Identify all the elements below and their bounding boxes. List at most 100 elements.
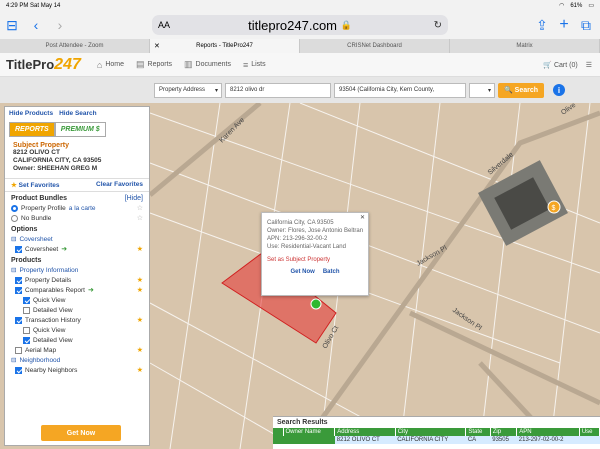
- arrow-right-icon[interactable]: ➜: [61, 245, 67, 253]
- checkbox-checked[interactable]: [15, 366, 22, 374]
- transaction-detailed-view[interactable]: Detailed View: [5, 335, 149, 345]
- checkbox-unchecked[interactable]: [23, 326, 30, 334]
- transaction-quick-view[interactable]: Quick View: [5, 325, 149, 335]
- tab-zoom[interactable]: Post Attendee - Zoom: [0, 39, 150, 53]
- checkbox-checked[interactable]: [15, 276, 22, 284]
- tab-reports-panel[interactable]: REPORTS: [9, 122, 55, 137]
- close-tab-icon[interactable]: ✕: [154, 42, 160, 50]
- nav-documents[interactable]: ▥ Documents: [184, 59, 231, 70]
- coversheet-group[interactable]: ⊟ Coversheet: [5, 234, 149, 244]
- wifi-icon: ◠: [559, 3, 565, 9]
- checkbox-checked[interactable]: [15, 286, 22, 294]
- hide-products-link[interactable]: Hide Products: [9, 110, 53, 117]
- tab-label: Post Attendee - Zoom: [45, 43, 104, 49]
- star-icon[interactable]: ★: [137, 245, 143, 253]
- bundle-property-profile[interactable]: Property Profile a la carte ☆: [5, 203, 149, 213]
- star-outline-icon[interactable]: ☆: [137, 204, 143, 212]
- collapse-icon[interactable]: ⊟: [11, 356, 16, 364]
- checkbox-checked[interactable]: [15, 245, 22, 253]
- checkbox-unchecked[interactable]: [23, 306, 30, 314]
- collapse-icon[interactable]: ⊟: [11, 235, 16, 243]
- collapse-icon[interactable]: ⊟: [11, 266, 16, 274]
- comparables-report-option[interactable]: Comparables Report ➜ ★: [5, 285, 149, 295]
- nearby-neighbors-option[interactable]: Nearby Neighbors ★: [5, 365, 149, 375]
- set-favorites-link[interactable]: ★ Set Favorites: [11, 181, 59, 189]
- address-input[interactable]: 8212 olivo dr: [225, 82, 331, 98]
- clear-favorites-link[interactable]: Clear Favorites: [96, 181, 143, 189]
- back-icon[interactable]: ‹: [24, 17, 48, 33]
- arrow-right-icon[interactable]: ➜: [88, 286, 94, 294]
- comparables-quick-view[interactable]: Quick View: [5, 295, 149, 305]
- checkbox-checked[interactable]: [23, 296, 30, 304]
- reader-aa-button[interactable]: AA: [158, 20, 170, 30]
- subject-address-1: 8212 OLIVO CT: [13, 149, 60, 156]
- popup-batch-link[interactable]: Batch: [323, 268, 340, 276]
- col-header[interactable]: City: [395, 428, 467, 436]
- col-header[interactable]: Use: [579, 428, 600, 436]
- tab-crisnet[interactable]: CRISNet Dashboard: [300, 39, 450, 53]
- get-now-button[interactable]: Get Now: [41, 425, 121, 441]
- star-icon[interactable]: ★: [137, 276, 143, 284]
- share-icon[interactable]: ⇪: [530, 17, 554, 34]
- checkbox-unchecked[interactable]: [15, 346, 22, 354]
- chevron-down-icon: ▾: [214, 87, 218, 94]
- tab-reports[interactable]: ✕ Reports - TitlePro247: [150, 39, 300, 53]
- search-type-select[interactable]: Property Address ▾: [154, 82, 222, 98]
- tab-matrix[interactable]: Matrix: [450, 39, 600, 53]
- neighborhood-group[interactable]: ⊟ Neighborhood: [5, 355, 149, 365]
- property-details-option[interactable]: Property Details ★: [5, 275, 149, 285]
- location-input[interactable]: 93504 (California City, Kern County,: [334, 82, 466, 98]
- row-select-cell[interactable]: [273, 436, 283, 444]
- sidebar-toggle-icon[interactable]: ⊟: [0, 17, 24, 34]
- checkbox-checked[interactable]: [23, 336, 30, 344]
- col-header[interactable]: [273, 428, 284, 436]
- col-header[interactable]: State: [465, 428, 491, 436]
- bundle-none[interactable]: No Bundle ☆: [5, 213, 149, 223]
- table-row[interactable]: 8212 OLIVO CT CALIFORNIA CITY CA 93505 2…: [273, 436, 600, 444]
- star-icon[interactable]: ★: [137, 316, 143, 324]
- hide-search-link[interactable]: Hide Search: [59, 110, 97, 117]
- nav-lists[interactable]: ≡ Lists: [243, 59, 266, 70]
- info-icon[interactable]: i: [553, 84, 566, 96]
- nav-reports[interactable]: ▤ Reports: [136, 59, 172, 70]
- coversheet-option[interactable]: Coversheet ➜ ★: [5, 244, 149, 254]
- location-select[interactable]: ▾: [469, 82, 495, 98]
- set-subject-link[interactable]: Set as Subject Property: [267, 256, 363, 264]
- comparables-detailed-view[interactable]: Detailed View: [5, 305, 149, 315]
- hide-bundles-link[interactable]: [Hide]: [125, 195, 143, 202]
- checkbox-checked[interactable]: [15, 316, 22, 324]
- forward-icon[interactable]: ›: [48, 17, 72, 33]
- col-header[interactable]: Zip: [490, 428, 518, 436]
- radio-unselected[interactable]: [11, 214, 18, 222]
- address-bar[interactable]: AA titlepro247.com 🔒 ↻: [152, 15, 448, 35]
- transaction-history-option[interactable]: Transaction History ★: [5, 315, 149, 325]
- nav-home[interactable]: ⌂ Home: [97, 59, 124, 70]
- subject-address-2: CALIFORNIA CITY, CA 93505: [13, 157, 102, 164]
- new-tab-icon[interactable]: +: [552, 16, 576, 34]
- close-icon[interactable]: ✕: [360, 214, 365, 222]
- row-label: No Bundle: [21, 214, 52, 222]
- parcel-marker[interactable]: [310, 298, 322, 310]
- star-icon[interactable]: ★: [137, 366, 143, 374]
- a-la-carte-link[interactable]: a la carte: [69, 205, 96, 212]
- tab-premium-panel[interactable]: PREMIUM $: [54, 122, 106, 137]
- col-header[interactable]: Owner Name: [283, 428, 336, 436]
- star-icon[interactable]: ★: [137, 346, 143, 354]
- star-icon[interactable]: ★: [137, 286, 143, 294]
- search-button[interactable]: 🔍 Search: [498, 82, 545, 98]
- tab-overview-icon[interactable]: ⧉: [574, 17, 598, 34]
- user-menu-icon[interactable]: ☰: [586, 61, 592, 69]
- col-header[interactable]: APN: [516, 428, 580, 436]
- radio-selected[interactable]: [11, 204, 18, 212]
- star-outline-icon[interactable]: ☆: [137, 214, 143, 222]
- status-date: Sat May 14: [30, 2, 61, 9]
- nav-label: Documents: [195, 61, 231, 68]
- titlepro-logo[interactable]: TitlePro247: [6, 56, 81, 74]
- col-header[interactable]: Address: [334, 428, 396, 436]
- cart-button[interactable]: 🛒 Cart (0): [543, 61, 577, 69]
- aerial-map-option[interactable]: Aerial Map ★: [5, 345, 149, 355]
- popup-actions: Get Now Batch: [267, 268, 363, 276]
- popup-get-now-link[interactable]: Get Now: [290, 268, 314, 276]
- property-information-group[interactable]: ⊟ Property Information: [5, 265, 149, 275]
- reload-icon[interactable]: ↻: [434, 20, 442, 31]
